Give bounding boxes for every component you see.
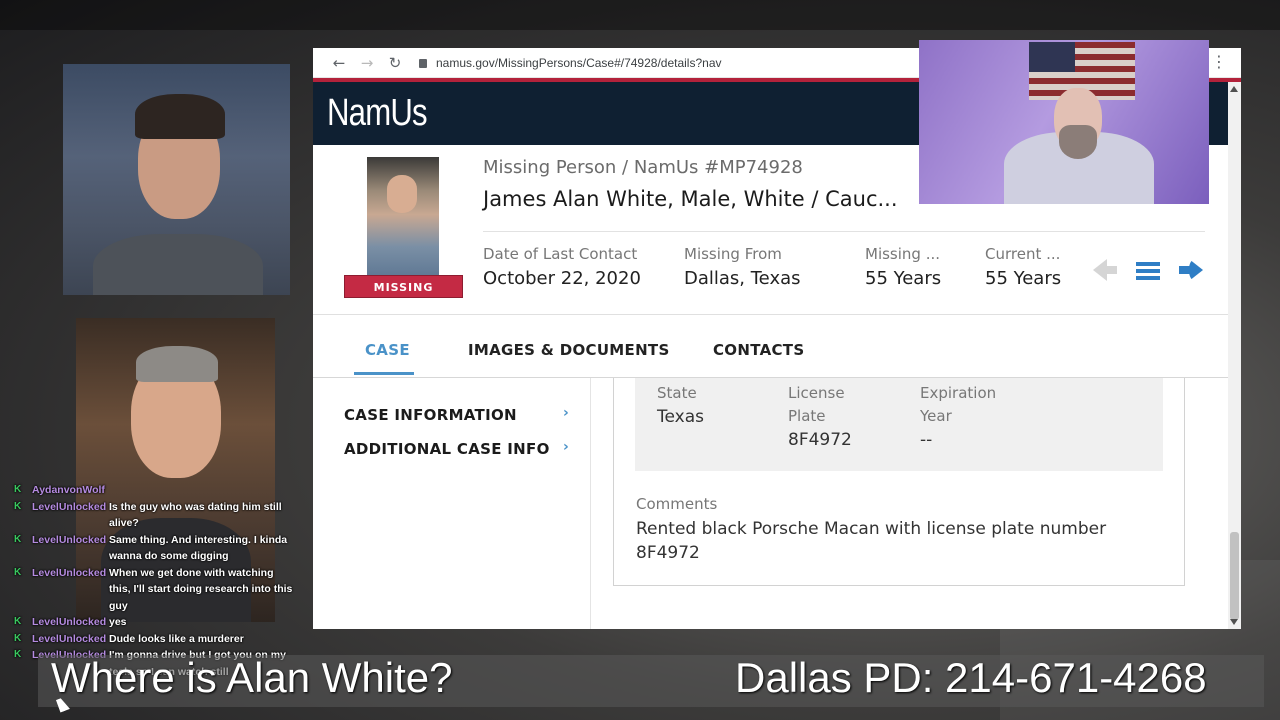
scroll-up-icon[interactable] bbox=[1230, 86, 1238, 92]
fact-missing-from: Missing From Dallas, Texas bbox=[684, 245, 801, 289]
chat-text bbox=[109, 482, 294, 499]
status-badge: MISSING bbox=[344, 275, 463, 298]
fact-current-age: Current ... 55 Years bbox=[985, 245, 1061, 289]
platform-k-icon: K bbox=[14, 616, 22, 627]
section-nav: CASE INFORMATION › ADDITIONAL CASE INFO … bbox=[313, 378, 591, 629]
list-view-icon[interactable] bbox=[1136, 262, 1160, 282]
vehicle-info: State Texas License Plate 8F4972 Expirat… bbox=[635, 378, 1163, 471]
fact-last-contact: Date of Last Contact October 22, 2020 bbox=[483, 245, 641, 289]
person-silhouette bbox=[1059, 125, 1097, 159]
chat-username: LevelUnlocked bbox=[32, 533, 107, 546]
fact-value: 55 Years bbox=[865, 268, 942, 289]
next-case-icon[interactable] bbox=[1179, 259, 1203, 281]
reload-icon[interactable]: ↻ bbox=[381, 54, 409, 72]
vehicle-panel: State Texas License Plate 8F4972 Expirat… bbox=[613, 378, 1185, 586]
fact-missing-age: Missing ... 55 Years bbox=[865, 245, 941, 289]
chat-text: Same thing. And interesting. I kinda wan… bbox=[109, 533, 288, 563]
platform-k-icon: K bbox=[14, 500, 22, 512]
chat-text: Is the guy who was dating him still aliv… bbox=[109, 500, 282, 530]
photo-face bbox=[387, 175, 417, 213]
chat-message: K LevelUnlocked When we get done with wa… bbox=[14, 565, 294, 615]
platform-k-icon: K bbox=[14, 484, 22, 495]
platform-k-icon: K bbox=[14, 533, 22, 545]
fact-label: Current ... bbox=[985, 245, 1061, 263]
chat-username: AydanvonWolf bbox=[32, 484, 105, 496]
person-name: James Alan White, Male, White / Cauc... bbox=[483, 187, 898, 211]
url-field[interactable]: namus.gov/MissingPersons/Case#/74928/det… bbox=[419, 56, 722, 70]
chevron-right-icon[interactable]: › bbox=[563, 405, 569, 421]
lock-icon bbox=[419, 59, 427, 68]
scroll-down-icon[interactable] bbox=[1230, 619, 1238, 625]
tab-contacts[interactable]: CONTACTS bbox=[713, 341, 804, 359]
back-arrow-icon[interactable]: ← bbox=[325, 54, 353, 72]
nav-case-information[interactable]: CASE INFORMATION bbox=[344, 406, 517, 424]
chat-message: K LevelUnlocked yes bbox=[14, 614, 294, 631]
field-label: Year bbox=[920, 407, 952, 425]
case-content: CASE INFORMATION › ADDITIONAL CASE INFO … bbox=[313, 378, 1228, 629]
url-text: namus.gov/MissingPersons/Case#/74928/det… bbox=[436, 55, 722, 70]
vehicle-state: State Texas bbox=[657, 382, 704, 429]
field-label: Plate bbox=[788, 407, 826, 425]
webcam-host-1 bbox=[63, 64, 290, 295]
vehicle-expiration: Expiration Year -- bbox=[920, 382, 996, 452]
chat-username: LevelUnlocked bbox=[32, 632, 107, 645]
chat-message: K LevelUnlocked Is the guy who was datin… bbox=[14, 499, 294, 532]
chat-username: LevelUnlocked bbox=[32, 500, 107, 513]
field-value: -- bbox=[920, 430, 933, 450]
fact-value: 55 Years bbox=[985, 268, 1062, 289]
chat-text: When we get done with watching this, I'l… bbox=[109, 566, 293, 612]
field-label: Expiration bbox=[920, 384, 997, 402]
person-silhouette bbox=[135, 94, 225, 139]
previous-case-icon[interactable] bbox=[1093, 259, 1117, 281]
person-silhouette bbox=[136, 346, 218, 382]
field-value: Texas bbox=[657, 407, 704, 427]
webcam-host-2 bbox=[919, 40, 1209, 204]
chat-text: yes bbox=[109, 616, 127, 628]
tab-images-documents[interactable]: IMAGES & DOCUMENTS bbox=[468, 341, 670, 359]
background-shape bbox=[0, 0, 1280, 30]
chat-overlay: K AydanvonWolf K LevelUnlocked Is the gu… bbox=[14, 482, 294, 680]
kebab-menu-icon[interactable]: ⋮ bbox=[1211, 54, 1227, 70]
tab-case[interactable]: CASE bbox=[365, 341, 410, 359]
stream-overlay: ← → ↻ namus.gov/MissingPersons/Case#/749… bbox=[0, 0, 1280, 720]
platform-k-icon: K bbox=[14, 649, 22, 660]
fact-label: Missing ... bbox=[865, 245, 941, 263]
scrollbar-thumb[interactable] bbox=[1230, 532, 1239, 620]
active-tab-indicator bbox=[354, 372, 414, 375]
caption-phone: Dallas PD: 214-671-4268 bbox=[735, 654, 1207, 701]
case-tabs: CASE IMAGES & DOCUMENTS CONTACTS bbox=[313, 314, 1228, 378]
fact-label: Date of Last Contact bbox=[483, 245, 638, 263]
chat-message: K LevelUnlocked Same thing. And interest… bbox=[14, 532, 294, 565]
case-number: Missing Person / NamUs #MP74928 bbox=[483, 157, 803, 178]
nav-additional-case-info[interactable]: ADDITIONAL CASE INFO bbox=[344, 440, 550, 458]
flag-canton bbox=[1029, 42, 1075, 72]
comments-text: Rented black Porsche Macan with license … bbox=[636, 519, 1107, 563]
chat-text: Dude looks like a murderer bbox=[109, 632, 244, 645]
platform-k-icon: K bbox=[14, 566, 22, 578]
chat-message: K AydanvonWolf bbox=[14, 482, 294, 499]
chat-username: LevelUnlocked bbox=[32, 616, 107, 628]
fact-label: Missing From bbox=[684, 245, 782, 263]
field-label: State bbox=[657, 384, 697, 402]
field-value: 8F4972 bbox=[788, 430, 852, 450]
chat-username: LevelUnlocked bbox=[32, 566, 107, 579]
vehicle-plate: License Plate 8F4972 bbox=[788, 382, 852, 452]
person-photo[interactable] bbox=[367, 157, 439, 277]
scrollbar[interactable] bbox=[1228, 82, 1241, 629]
person-silhouette bbox=[93, 234, 263, 295]
site-logo[interactable]: NamUs bbox=[327, 92, 428, 135]
comments-label: Comments bbox=[636, 495, 718, 513]
caption-question: Where is Alan White? bbox=[51, 654, 453, 701]
platform-k-icon: K bbox=[14, 632, 22, 644]
fact-value: October 22, 2020 bbox=[483, 268, 641, 289]
header-divider bbox=[483, 231, 1205, 232]
chevron-right-icon[interactable]: › bbox=[563, 439, 569, 455]
chat-message: K LevelUnlocked Dude looks like a murder… bbox=[14, 631, 294, 648]
forward-arrow-icon[interactable]: → bbox=[353, 54, 381, 72]
field-label: License bbox=[788, 384, 845, 402]
fact-value: Dallas, Texas bbox=[684, 268, 801, 289]
